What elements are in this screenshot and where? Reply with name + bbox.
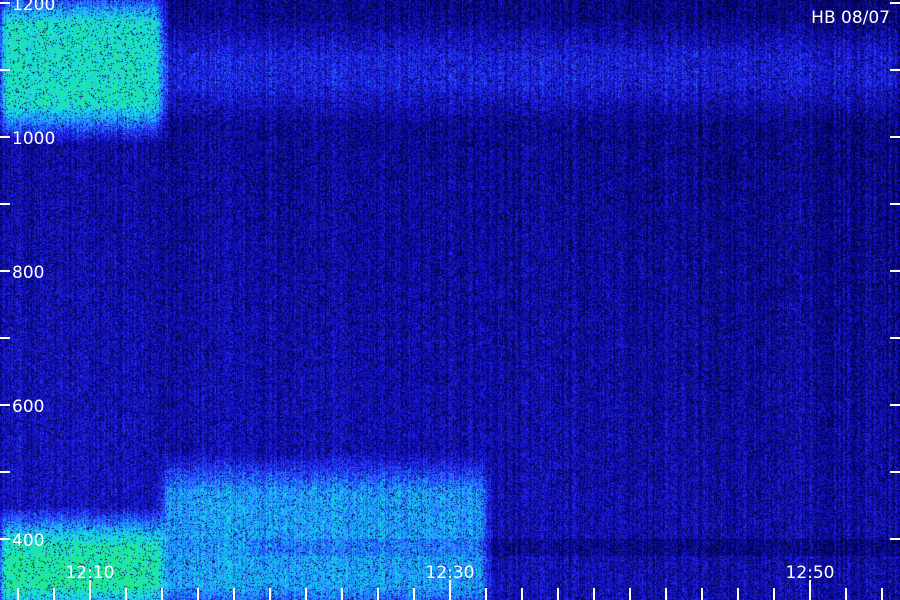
x-axis-labels: 12:10 12:30 12:50 (66, 563, 835, 583)
y-tick-label: 1200 (12, 0, 55, 15)
chart-title: HB 08/07 (811, 8, 890, 28)
y-tick-label: 400 (12, 531, 44, 551)
y-axis-left-ticks (0, 2, 10, 540)
x-tick-label: 12:50 (786, 563, 835, 583)
y-axis-labels: 400 600 800 1000 1200 (12, 0, 55, 551)
x-tick-label: 12:10 (66, 563, 115, 583)
y-tick-label: 800 (12, 263, 44, 283)
x-axis-ticks (17, 580, 883, 600)
y-tick-label: 600 (12, 397, 44, 417)
y-axis-right-ticks (890, 2, 900, 540)
axis-overlay: 400 600 800 1000 1200 12:10 12:30 12:50 HB 08/… (0, 0, 900, 600)
y-tick-label: 1000 (12, 129, 55, 149)
x-tick-label: 12:30 (426, 563, 475, 583)
